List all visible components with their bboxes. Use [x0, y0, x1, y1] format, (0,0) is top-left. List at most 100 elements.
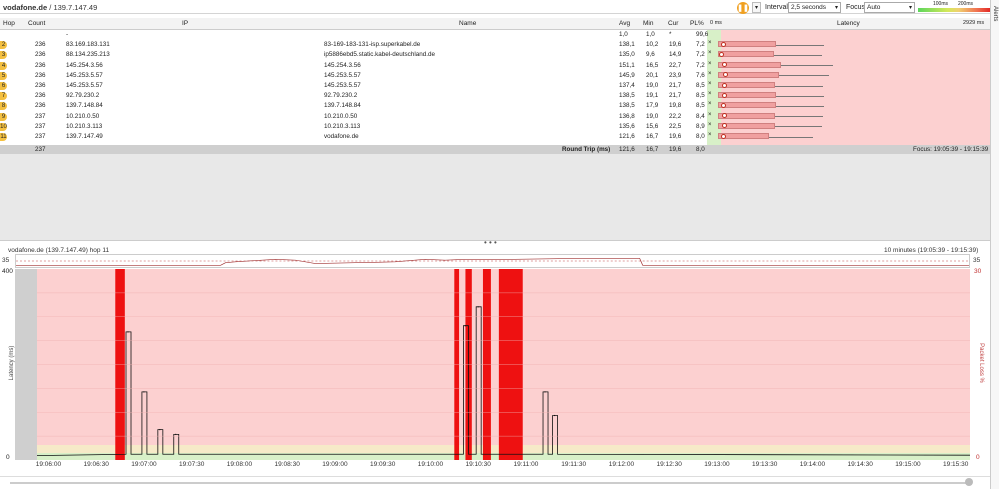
col-avg[interactable]: Avg	[619, 20, 630, 27]
scale-100-label: 100ms	[933, 1, 949, 7]
mini-graph-right-label: 35	[973, 257, 981, 264]
hop-avg: 121,6	[619, 133, 635, 140]
hop-avg: 137,4	[619, 82, 635, 89]
summary-cur: 19,6	[669, 146, 682, 153]
table-row[interactable]: 6 236 145.253.5.57 145.253.5.57 137,4 19,0 21,…	[0, 81, 990, 90]
col-cur[interactable]: Cur	[668, 20, 678, 27]
table-row[interactable]: - 1,0 1,0 * 99,6	[0, 30, 990, 39]
hop-pl: 7,2	[696, 51, 705, 59]
pause-dropdown-button[interactable]: ▾	[752, 2, 761, 13]
chevron-down-icon: ▾	[754, 5, 758, 11]
avg-latency-bar	[718, 102, 776, 109]
table-row[interactable]: 5 236 145.253.5.57 145.253.5.57 145,9 20,1 23,…	[0, 71, 990, 80]
hop-pl: 8,5	[696, 82, 705, 89]
summary-label: Round Trip (ms)	[562, 146, 611, 153]
summary-pl: 8,0	[696, 146, 705, 153]
chevron-down-icon: ▾	[908, 5, 912, 11]
summary-count: 237	[35, 146, 46, 153]
col-name[interactable]: Name	[459, 20, 476, 27]
chevron-down-icon: ▾	[834, 5, 838, 11]
col-count[interactable]: Count	[28, 20, 45, 27]
current-latency-marker	[722, 82, 728, 88]
col-ip[interactable]: IP	[182, 20, 188, 27]
col-latency[interactable]: Latency	[837, 20, 860, 27]
hop-avg: 145,9	[619, 71, 635, 79]
col-hop[interactable]: Hop	[3, 20, 15, 27]
hop-count: 237	[35, 133, 46, 140]
hop-min: 16,5	[646, 61, 659, 69]
hop-pl: 8,9	[696, 122, 705, 130]
table-row[interactable]: 2 236 83.169.183.131 83-169-183-131-isp.sup…	[0, 40, 990, 50]
hop-cur: 23,9	[669, 71, 682, 79]
hop-min: 17,9	[646, 102, 659, 110]
hop-avg: 136,8	[619, 112, 635, 120]
hop-count: 236	[35, 41, 46, 49]
hop-avg: 1,0	[619, 31, 628, 38]
graph-title: vodafone.de (139.7.147.49) hop 11	[8, 247, 110, 254]
hop-ip: 83.169.183.131	[66, 41, 110, 49]
x-axis: 19:06:00 19:06:30 19:07:00 19:07:30 19:08:00…	[15, 460, 970, 470]
scale-gradient	[918, 8, 992, 12]
hop-ip: 139.7.148.84	[66, 102, 103, 110]
y2-axis-bottom-label: 0	[976, 454, 980, 461]
latency-scale-end: 2929 ms	[963, 20, 985, 26]
graph-time-range[interactable]: 10 minutes (19:05:39 - 19:15:39)	[884, 247, 978, 254]
hop-pl: 7,2	[696, 61, 705, 69]
x-tick-label: 19:08:30	[274, 461, 300, 468]
pane-splitter[interactable]: • • •	[0, 238, 990, 247]
table-row[interactable]: 9 237 10.210.0.50 10.210.0.50 136,8 19,0 22,2 8…	[0, 112, 990, 121]
hop-count: 237	[35, 112, 46, 120]
x-tick-label: 19:11:30	[561, 461, 587, 468]
hop-pl: 8,5	[696, 92, 705, 100]
hop-name: 145.253.5.57	[324, 82, 361, 89]
x-tick-label: 19:14:30	[847, 461, 873, 468]
table-row[interactable]: 11 237 139.7.147.49 vodafone.de 121,6 16,7 19,…	[0, 132, 990, 141]
x-tick-label: 19:06:00	[35, 461, 62, 468]
hop-cur: 21,7	[669, 82, 682, 89]
hop-avg: 135,0	[619, 51, 635, 59]
hop-cur: 19,8	[669, 102, 682, 110]
x-tick-label: 19:12:30	[656, 461, 682, 468]
hop-name: 145.253.5.57	[324, 71, 361, 79]
focus-select[interactable]: Auto ▾	[864, 2, 915, 13]
hop-name: vodafone.de	[324, 133, 359, 140]
table-header: Hop Count IP Name Avg Min Cur PL% 0 ms L…	[0, 18, 990, 30]
packet-loss-marker: ×	[708, 60, 712, 67]
hop-avg: 151,1	[619, 61, 635, 69]
hop-min: 9,6	[646, 51, 655, 59]
table-row[interactable]: 7 236 92.79.230.2 92.79.230.2 138,5 19,1 21,7 8…	[0, 91, 990, 101]
hop-count: 237	[35, 122, 46, 130]
table-row[interactable]: 8 236 139.7.148.84 139.7.148.84 138,5 17,9 19,…	[0, 101, 990, 111]
table-row[interactable]: 10 237 10.210.3.113 10.210.3.113 135,6 15,6 22…	[0, 122, 990, 131]
alerts-tab[interactable]: Alerts	[990, 0, 999, 489]
medium-latency-zone	[15, 445, 970, 453]
y-axis-bottom-label: 0	[6, 454, 10, 461]
hop-min: 16,7	[646, 133, 659, 140]
packet-loss-marker: ×	[708, 111, 712, 118]
interval-label: Interval	[765, 4, 788, 11]
x-tick-label: 19:12:00	[608, 461, 635, 468]
hop-number: 4	[0, 61, 7, 70]
horizontal-scrollbar[interactable]	[0, 476, 990, 489]
pause-button[interactable]: ❚❚	[737, 2, 749, 14]
table-row[interactable]: 3 236 88.134.235.213 ip5886ebd5.static.kabe…	[0, 50, 990, 60]
table-row[interactable]: 4 236 145.254.3.56 145.254.3.56 151,1 16,5 22,…	[0, 61, 990, 70]
hop-avg: 135,6	[619, 122, 635, 130]
latency-graph[interactable]	[15, 269, 970, 460]
hop-ip: 145.253.5.57	[66, 71, 103, 79]
col-pl[interactable]: PL%	[690, 20, 704, 27]
x-tick-label: 19:10:00	[417, 461, 444, 468]
current-latency-marker	[721, 41, 727, 47]
overview-mini-graph[interactable]	[15, 254, 970, 268]
col-min[interactable]: Min	[643, 20, 653, 27]
x-tick-label: 19:13:30	[752, 461, 778, 468]
latency-spike-point	[477, 306, 479, 308]
scroll-thumb[interactable]	[965, 478, 973, 486]
current-latency-marker	[722, 92, 728, 98]
scale-200-label: 200ms	[958, 1, 974, 7]
hop-min: 10,2	[646, 41, 659, 49]
hop-number: 10	[0, 122, 7, 131]
hop-name: 10.210.0.50	[324, 112, 358, 120]
interval-select[interactable]: 2,5 seconds ▾	[788, 2, 841, 13]
hop-number: 5	[0, 71, 7, 80]
